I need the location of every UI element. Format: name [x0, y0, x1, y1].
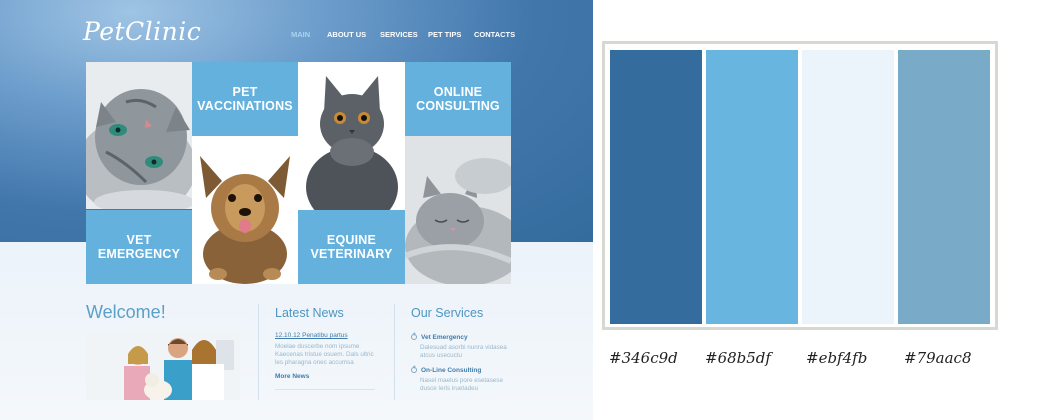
tile-online-consulting-label: ONLINE CONSULTING: [416, 85, 500, 113]
news-item-link[interactable]: 12.10.12 Penatibu partus: [275, 332, 348, 339]
swatch-label-4: #79aac8: [904, 349, 972, 367]
tile-vet-emergency[interactable]: VET EMERGENCY: [86, 210, 192, 284]
swatch-2: [706, 50, 798, 324]
nav-item-contacts[interactable]: CONTACTS: [474, 30, 515, 39]
news-separator: [275, 389, 375, 390]
swatch-label-3: #ebf4fb: [806, 349, 868, 367]
main-nav: MAIN ABOUT US SERVICES PET TIPS CONTACTS: [0, 30, 593, 44]
swatch-label-2: #68b5df: [705, 349, 771, 367]
swatch-4: [898, 50, 990, 324]
color-palette: [602, 41, 998, 330]
dog-photo: [192, 136, 298, 284]
service-item-online-consulting[interactable]: On-Line Consulting: [411, 365, 482, 374]
service-item-text: Dalesuad asorbi nunra vidasea atcus usec…: [420, 344, 507, 359]
swatch-1: [610, 50, 702, 324]
our-services-heading: Our Services: [411, 306, 484, 320]
tile-pet-vaccinations[interactable]: PET VACCINATIONS: [192, 62, 298, 136]
nav-item-about-us[interactable]: ABOUT US: [327, 30, 366, 39]
plus-circle-icon: [411, 365, 417, 373]
service-item-text: Nasel maelus pore esetasese dusce lerls …: [420, 377, 503, 392]
tile-pet-vaccinations-label: PET VACCINATIONS: [197, 85, 293, 113]
news-item-text: Moelae duscerbe nom ipsume Kaecenas tris…: [275, 343, 374, 366]
website-mockup: PetClinic MAIN ABOUT US SERVICES PET TIP…: [0, 0, 593, 420]
kitten-photo: [86, 62, 192, 209]
tile-online-consulting[interactable]: ONLINE CONSULTING: [405, 62, 511, 136]
nav-item-main[interactable]: MAIN: [291, 30, 310, 39]
swatch-3: [802, 50, 894, 324]
family-photo: [86, 334, 240, 400]
welcome-heading: Welcome!: [86, 302, 166, 322]
column-divider-2: [394, 304, 395, 400]
plus-circle-icon: [411, 332, 417, 340]
service-item-label: Vet Emergency: [421, 334, 468, 341]
tile-equine-veterinary-label: EQUINE VETERINARY: [310, 233, 393, 261]
column-divider-1: [258, 304, 259, 400]
nav-item-pet-tips[interactable]: PET TIPS: [428, 30, 461, 39]
nav-item-services[interactable]: SERVICES: [380, 30, 418, 39]
service-item-label: On-Line Consulting: [421, 367, 482, 374]
grey-cat-photo: [298, 62, 405, 210]
tile-equine-veterinary[interactable]: EQUINE VETERINARY: [298, 210, 405, 284]
more-news-link[interactable]: More News: [275, 373, 309, 380]
service-item-vet-emergency[interactable]: Vet Emergency: [411, 332, 468, 341]
latest-news-heading: Latest News: [275, 306, 344, 320]
tile-vet-emergency-label: VET EMERGENCY: [97, 233, 181, 261]
sleeping-kitten-photo: [405, 136, 511, 284]
swatch-label-1: #346c9d: [609, 349, 678, 367]
